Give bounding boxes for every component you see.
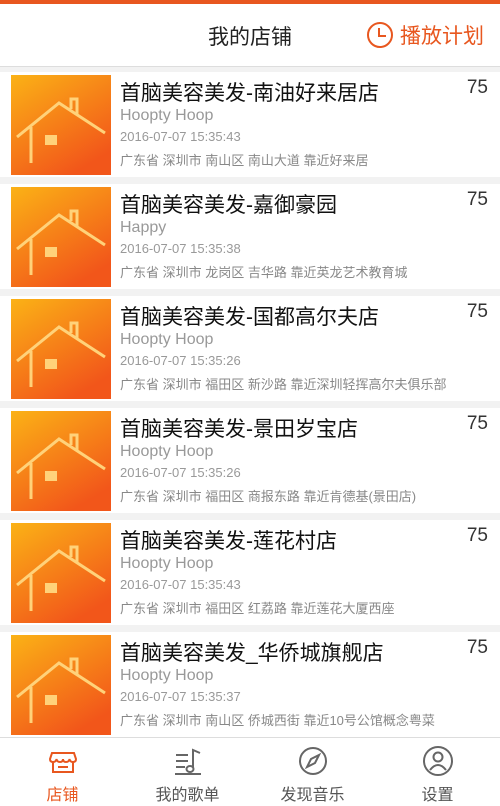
store-row[interactable]: 首脑美容美发-莲花村店 75 Hoopty Hoop 2016-07-07 15… — [0, 520, 500, 625]
store-time: 2016-07-07 15:35:26 — [120, 353, 241, 368]
store-address: 广东省 深圳市 龙岗区 吉华路 靠近英龙艺术教育城 — [120, 265, 408, 280]
store-name: 首脑美容美发-莲花村店 — [120, 530, 337, 553]
store-address: 广东省 深圳市 南山区 侨城西街 靠近10号公馆概念粤菜 — [120, 713, 435, 728]
tab-store-label: 店铺 — [46, 787, 79, 804]
store-row[interactable]: 首脑美容美发-景田岁宝店 75 Hoopty Hoop 2016-07-07 1… — [0, 408, 500, 513]
tab-store[interactable]: 店铺 — [0, 738, 125, 806]
store-count: 75 — [466, 525, 488, 546]
compass-icon — [298, 747, 327, 775]
tab-discover-music[interactable]: 发现音乐 — [250, 738, 375, 806]
store-house-icon — [11, 635, 111, 735]
store-house-icon — [11, 75, 111, 175]
store-name: 首脑美容美发-南油好来居店 — [120, 82, 379, 105]
tab-my-playlist[interactable]: 我的歌单 — [125, 738, 250, 806]
store-row[interactable]: 首脑美容美发-嘉御豪园 75 Happy 2016-07-07 15:35:38… — [0, 184, 500, 289]
store-count: 75 — [466, 413, 488, 434]
store-row[interactable]: 首脑美容美发_华侨城旗舰店 75 Hoopty Hoop 2016-07-07 … — [0, 632, 500, 737]
store-count: 75 — [466, 77, 488, 98]
store-name: 首脑美容美发-国都高尔夫店 — [120, 306, 379, 329]
store-name: 首脑美容美发-景田岁宝店 — [120, 418, 358, 441]
play-plan-label: 播放计划 — [400, 25, 484, 48]
store-music: Hoopty Hoop — [120, 331, 214, 348]
store-name: 首脑美容美发_华侨城旗舰店 — [120, 642, 384, 665]
store-count: 75 — [466, 189, 488, 210]
store-house-icon — [11, 187, 111, 287]
store-icon — [48, 752, 77, 773]
playlist-icon — [174, 748, 201, 775]
store-address: 广东省 深圳市 南山区 南山大道 靠近好来居 — [120, 153, 369, 168]
store-time: 2016-07-07 15:35:37 — [120, 689, 241, 704]
store-time: 2016-07-07 15:35:43 — [120, 577, 241, 592]
store-time: 2016-07-07 15:35:26 — [120, 465, 241, 480]
store-house-icon — [11, 411, 111, 511]
store-music: Happy — [120, 219, 167, 236]
play-plan-button[interactable]: 播放计划 — [366, 19, 484, 51]
bottom-tab-bar: 店铺 我的歌单 发现音乐 设置 — [0, 737, 500, 806]
store-list: 首脑美容美发-南油好来居店 75 Hoopty Hoop 2016-07-07 … — [0, 72, 500, 744]
user-settings-icon — [422, 746, 453, 776]
tab-settings[interactable]: 设置 — [375, 738, 500, 806]
store-name: 首脑美容美发-嘉御豪园 — [120, 194, 337, 217]
store-row[interactable]: 首脑美容美发-南油好来居店 75 Hoopty Hoop 2016-07-07 … — [0, 72, 500, 177]
store-house-icon — [11, 299, 111, 399]
store-row[interactable]: 首脑美容美发-国都高尔夫店 75 Hoopty Hoop 2016-07-07 … — [0, 296, 500, 401]
header-bar: 我的店铺 播放计划 — [0, 4, 500, 67]
store-count: 75 — [466, 637, 488, 658]
clock-icon — [367, 22, 393, 48]
store-count: 75 — [466, 301, 488, 322]
tab-settings-label: 设置 — [421, 787, 454, 804]
store-time: 2016-07-07 15:35:43 — [120, 129, 241, 144]
store-music: Hoopty Hoop — [120, 555, 214, 572]
store-time: 2016-07-07 15:35:38 — [120, 241, 241, 256]
store-address: 广东省 深圳市 福田区 商报东路 靠近肯德基(景田店) — [120, 489, 417, 504]
store-address: 广东省 深圳市 福田区 新沙路 靠近深圳轻挥高尔夫俱乐部 — [120, 377, 447, 392]
store-music: Hoopty Hoop — [120, 107, 214, 124]
store-address: 广东省 深圳市 福田区 红荔路 靠近莲花大厦西座 — [120, 601, 395, 616]
tab-my-playlist-label: 我的歌单 — [155, 787, 220, 804]
store-house-icon — [11, 523, 111, 623]
tab-discover-music-label: 发现音乐 — [280, 787, 345, 804]
store-music: Hoopty Hoop — [120, 443, 214, 460]
store-music: Hoopty Hoop — [120, 667, 214, 684]
